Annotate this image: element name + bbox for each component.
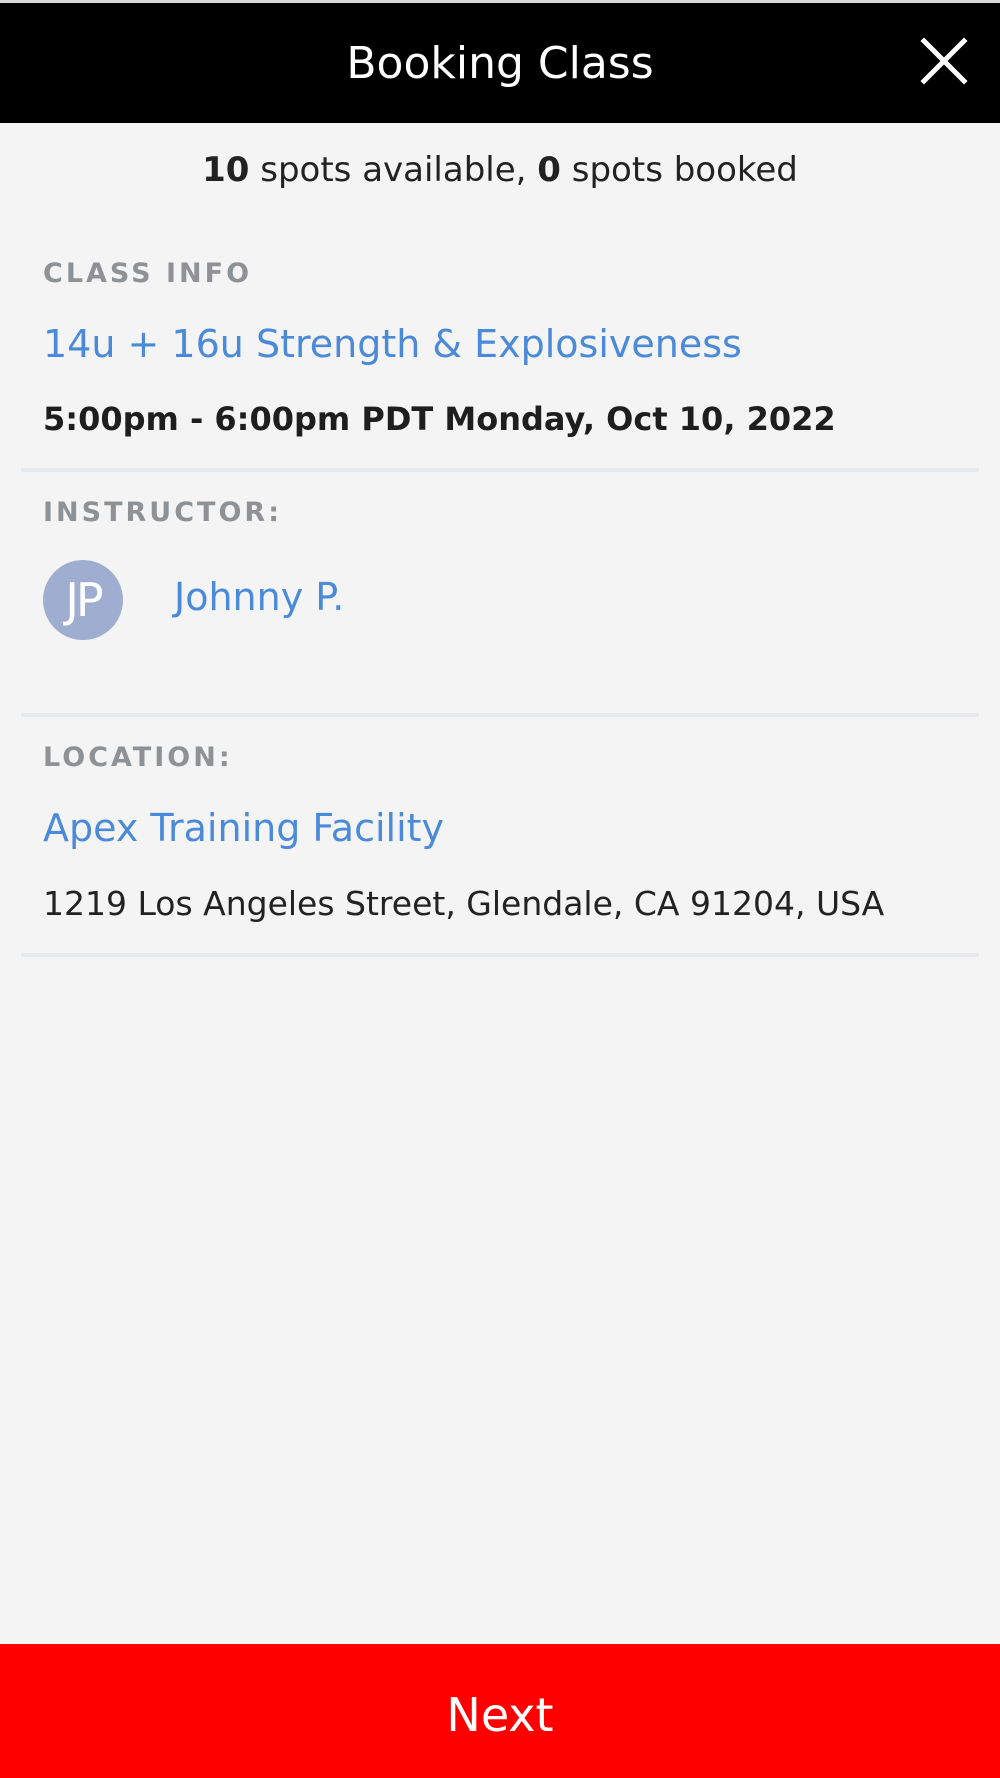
section-divider xyxy=(21,713,979,717)
location-label: LOCATION: xyxy=(43,742,233,773)
section-divider xyxy=(21,468,979,472)
close-icon xyxy=(920,37,968,85)
class-info-label: CLASS INFO xyxy=(43,258,253,289)
instructor-avatar[interactable]: JP xyxy=(43,560,123,640)
section-divider xyxy=(21,953,979,957)
class-time: 5:00pm - 6:00pm PDT Monday, Oct 10, 2022 xyxy=(43,400,836,438)
spots-available-text: spots available, xyxy=(249,150,538,190)
instructor-name-link[interactable]: Johnny P. xyxy=(174,575,344,619)
spots-summary: 10 spots available, 0 spots booked xyxy=(0,140,1000,200)
page-title: Booking Class xyxy=(346,38,654,89)
location-name-link[interactable]: Apex Training Facility xyxy=(43,806,444,850)
spots-booked-count: 0 xyxy=(537,150,561,190)
spots-booked-text: spots booked xyxy=(560,150,798,190)
header-bar: Booking Class xyxy=(0,3,1000,123)
next-button[interactable]: Next xyxy=(0,1644,1000,1778)
location-address: 1219 Los Angeles Street, Glendale, CA 91… xyxy=(43,884,885,923)
close-button[interactable] xyxy=(916,33,972,89)
spots-available-count: 10 xyxy=(202,150,250,190)
instructor-label: INSTRUCTOR: xyxy=(43,497,282,528)
booking-class-page: Booking Class 10 spots available, 0 spot… xyxy=(0,0,1000,1778)
class-name-link[interactable]: 14u + 16u Strength & Explosiveness xyxy=(43,322,742,366)
